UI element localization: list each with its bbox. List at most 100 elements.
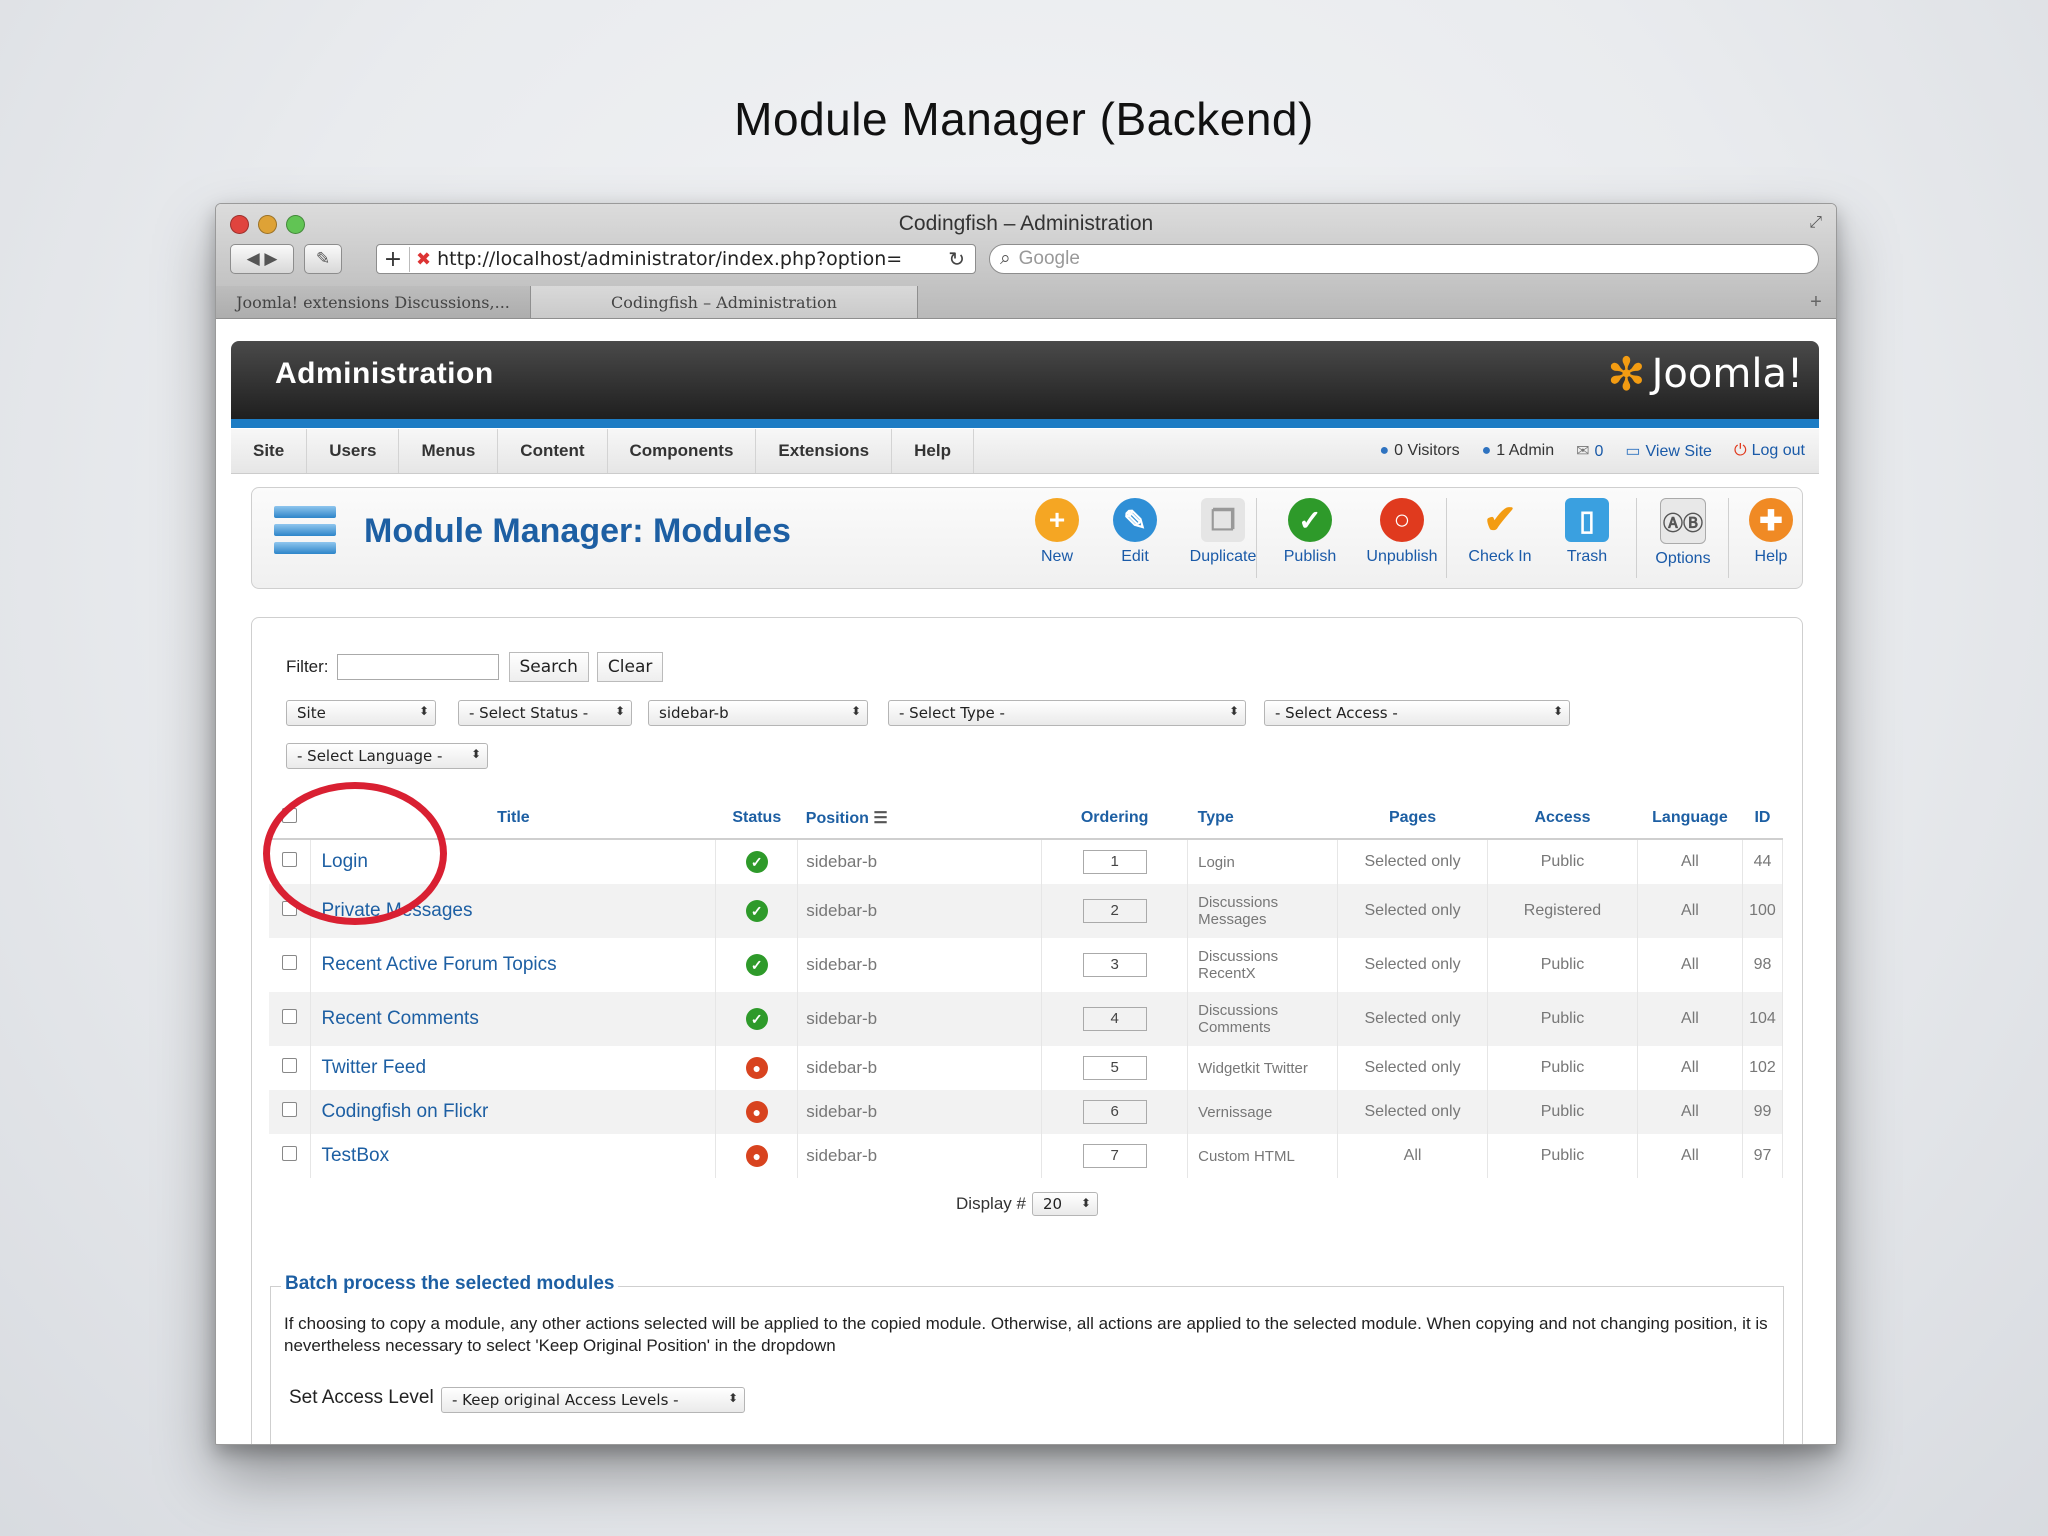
menu-extensions[interactable]: Extensions xyxy=(756,429,893,473)
published-check-icon[interactable]: ✓ xyxy=(745,954,768,976)
row-checkbox[interactable] xyxy=(282,955,298,970)
language-cell: All xyxy=(1637,1046,1743,1090)
options-button[interactable]: ⒶⒷ Options xyxy=(1638,498,1728,568)
table-row[interactable]: Private Messages ✓ sidebar-b 2 Discussions M… xyxy=(269,884,1784,938)
site-select[interactable]: Site ⬍ xyxy=(286,700,436,726)
col-ordering[interactable]: Ordering xyxy=(1041,798,1188,840)
status-select[interactable]: - Select Status - ⬍ xyxy=(458,700,632,726)
table-row[interactable]: TestBox ● sidebar-b 7 Custom HTML All Public Al… xyxy=(269,1134,1784,1178)
menu-help[interactable]: Help xyxy=(892,429,974,473)
published-check-icon[interactable]: ✓ xyxy=(745,851,768,873)
admin-text: 1 Admin xyxy=(1496,442,1555,459)
messages-status[interactable]: ✉ 0 xyxy=(1576,441,1603,461)
unpublished-circle-icon[interactable]: ● xyxy=(745,1101,768,1123)
language-cell: All xyxy=(1637,884,1743,938)
ordering-cell: 2 xyxy=(1041,884,1189,938)
edit-button[interactable]: ✎ Edit xyxy=(1090,498,1180,566)
tab-joomla-discussions[interactable]: Joomla! extensions Discussions,... xyxy=(216,286,531,318)
view-site-link[interactable]: ▭ View Site xyxy=(1625,441,1712,461)
access-select[interactable]: - Select Access - ⬍ xyxy=(1264,700,1570,726)
ordering-input[interactable]: 5 xyxy=(1082,1056,1147,1080)
search-button[interactable]: Search xyxy=(508,652,589,682)
row-checkbox[interactable] xyxy=(282,1146,298,1161)
ordering-cell: 1 xyxy=(1041,839,1189,884)
table-row[interactable]: Login ✓ sidebar-b 1 Login Selected only Public… xyxy=(269,839,1784,884)
position-select[interactable]: sidebar-b ⬍ xyxy=(648,700,868,726)
batch-access-select[interactable]: - Keep original Access Levels - ⬍ xyxy=(441,1387,745,1413)
search-field[interactable]: ⌕ Google xyxy=(989,244,1819,274)
ordering-input[interactable]: 7 xyxy=(1082,1144,1147,1168)
module-title-link[interactable]: Twitter Feed xyxy=(310,1046,717,1090)
col-language[interactable]: Language xyxy=(1637,798,1743,840)
row-checkbox[interactable] xyxy=(282,1009,298,1024)
published-check-icon[interactable]: ✓ xyxy=(745,1008,768,1030)
logout-link[interactable]: ⏻ Log out xyxy=(1734,442,1805,460)
status-cell: ● xyxy=(715,1134,799,1178)
reload-icon[interactable]: ↻ xyxy=(938,247,975,271)
row-checkbox[interactable] xyxy=(282,1102,298,1117)
col-position[interactable]: Position ☰ xyxy=(797,798,1042,840)
col-access[interactable]: Access xyxy=(1487,798,1638,840)
module-title-link[interactable]: Codingfish on Flickr xyxy=(310,1090,717,1134)
col-pages[interactable]: Pages xyxy=(1337,798,1488,840)
module-title-link[interactable]: TestBox xyxy=(310,1134,717,1178)
trash-button[interactable]: ▯ Trash xyxy=(1542,498,1632,566)
admin-status: ● 1 Admin xyxy=(1482,442,1554,460)
table-row[interactable]: Twitter Feed ● sidebar-b 5 Widgetkit Twitter… xyxy=(269,1046,1784,1090)
unpublished-circle-icon[interactable]: ● xyxy=(745,1145,768,1167)
col-status[interactable]: Status xyxy=(715,798,798,840)
batch-access-value: - Keep original Access Levels - xyxy=(452,1391,679,1409)
wrench-icon[interactable]: ✎ xyxy=(304,244,342,274)
table-row[interactable]: Recent Active Forum Topics ✓ sidebar-b 3 Dis… xyxy=(269,938,1784,992)
ordering-input[interactable]: 2 xyxy=(1082,899,1147,923)
ordering-input[interactable]: 4 xyxy=(1082,1007,1147,1031)
fullscreen-icon[interactable]: ⤢ xyxy=(1809,214,1822,232)
table-row[interactable]: Codingfish on Flickr ● sidebar-b 6 Vernissag… xyxy=(269,1090,1784,1134)
type-select[interactable]: - Select Type - ⬍ xyxy=(888,700,1246,726)
unpublish-button[interactable]: ○ Unpublish xyxy=(1357,498,1447,566)
pages-cell: Selected only xyxy=(1337,938,1488,992)
display-select[interactable]: 20 ⬍ xyxy=(1031,1192,1098,1216)
col-id[interactable]: ID xyxy=(1742,798,1783,840)
module-title-link[interactable]: Recent Comments xyxy=(310,992,717,1046)
row-checkbox[interactable] xyxy=(282,1058,298,1073)
ordering-input[interactable]: 6 xyxy=(1082,1100,1147,1124)
publish-button[interactable]: ✓ Publish xyxy=(1265,498,1355,566)
col-type[interactable]: Type xyxy=(1187,798,1338,840)
table-row[interactable]: Recent Comments ✓ sidebar-b 4 Discussions Co… xyxy=(269,992,1784,1046)
published-check-icon[interactable]: ✓ xyxy=(745,900,768,922)
position-cell: sidebar-b xyxy=(797,1046,1043,1090)
pages-cell: Selected only xyxy=(1337,992,1488,1046)
filter-input[interactable] xyxy=(336,654,499,680)
ordering-input[interactable]: 3 xyxy=(1082,953,1147,977)
list-panel: Filter: Search Clear Site ⬍ - Select Stat… xyxy=(251,617,1803,1444)
tab-codingfish-admin[interactable]: Codingfish – Administration xyxy=(531,286,918,318)
menu-users[interactable]: Users xyxy=(307,429,400,473)
menu-site[interactable]: Site xyxy=(231,429,308,473)
unpublished-circle-icon[interactable]: ● xyxy=(745,1057,768,1079)
plus-icon: + xyxy=(1035,498,1079,542)
checkin-button[interactable]: ✔ Check In xyxy=(1455,498,1545,566)
menu-content[interactable]: Content xyxy=(498,429,608,473)
menu-components[interactable]: Components xyxy=(608,429,757,473)
modules-table: Title Status Position ☰ Ordering Type Pa… xyxy=(269,798,1784,1178)
back-forward-button[interactable]: ◀ ▶ xyxy=(230,244,294,274)
add-bookmark-icon[interactable]: + xyxy=(377,246,410,272)
sort-icon: ☰ xyxy=(873,810,888,827)
main-menu: Site Users Menus Content Components Exte… xyxy=(231,429,974,473)
language-select[interactable]: - Select Language - ⬍ xyxy=(286,743,488,769)
visitors-text: 0 Visitors xyxy=(1394,442,1460,459)
address-bar[interactable]: + ✖ http://localhost/administrator/index… xyxy=(376,244,976,274)
module-title-link[interactable]: Recent Active Forum Topics xyxy=(310,938,717,992)
new-tab-icon[interactable]: + xyxy=(1796,286,1836,318)
help-button[interactable]: ✚ Help xyxy=(1726,498,1816,566)
unpublish-label: Unpublish xyxy=(1366,548,1438,565)
ordering-cell: 5 xyxy=(1041,1046,1189,1090)
ordering-input[interactable]: 1 xyxy=(1082,850,1147,874)
clear-button[interactable]: Clear xyxy=(596,652,664,682)
id-cell: 44 xyxy=(1742,839,1784,884)
duplicate-button[interactable]: ❐ Duplicate xyxy=(1178,498,1268,566)
position-cell: sidebar-b xyxy=(797,1134,1043,1178)
menu-menus[interactable]: Menus xyxy=(399,429,499,473)
new-button[interactable]: + New xyxy=(1012,498,1102,566)
